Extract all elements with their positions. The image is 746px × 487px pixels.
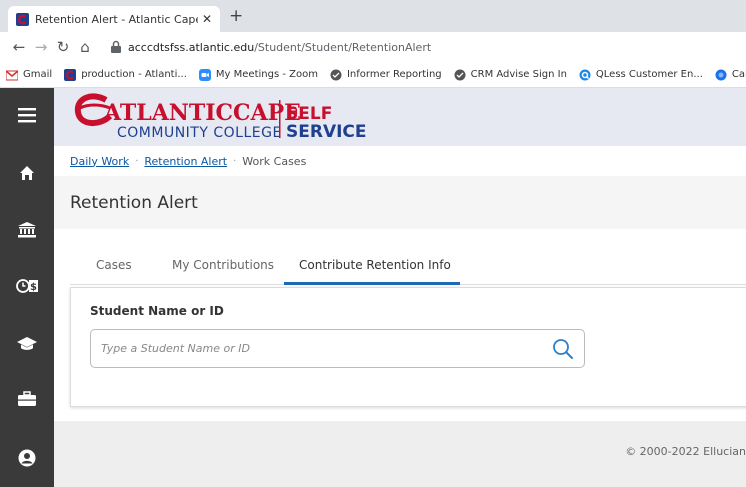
tab-my-contributions[interactable]: My Contributions bbox=[172, 258, 274, 272]
url-path: /Student/Student/RetentionAlert bbox=[254, 40, 432, 54]
globe-icon bbox=[454, 69, 466, 80]
active-tab-indicator bbox=[284, 282, 460, 285]
breadcrumb: Daily Work · Retention Alert · Work Case… bbox=[54, 146, 746, 176]
svg-text:$: $ bbox=[30, 282, 37, 293]
bookmark-gmail[interactable]: Gmail bbox=[6, 69, 52, 81]
menu-icon[interactable] bbox=[0, 100, 54, 130]
breadcrumb-retention-alert[interactable]: Retention Alert bbox=[144, 155, 227, 168]
logo-name-line2: COMMUNITY COLLEGE bbox=[117, 125, 282, 141]
bookmark-label: Informer Reporting bbox=[346, 69, 442, 80]
calendar-icon bbox=[715, 69, 727, 80]
logo-self: SELF bbox=[286, 104, 332, 124]
bookmark-label: My Meetings - Zoom bbox=[215, 69, 318, 80]
bookmark-label: Gmail bbox=[23, 69, 53, 80]
browser-toolbar: ← → ↻ ⌂ acccdtsfss.atlantic.edu/Student/… bbox=[0, 32, 746, 62]
app-header: ATLANTICCAPE COMMUNITY COLLEGE SELF SERV… bbox=[54, 88, 746, 146]
new-tab-button[interactable]: + bbox=[229, 6, 243, 26]
bookmark-label: production - Atlanti... bbox=[81, 69, 187, 80]
browser-tab-title: Retention Alert - Atlantic Cape S bbox=[35, 12, 198, 26]
close-tab-icon[interactable]: ✕ bbox=[202, 12, 212, 26]
bookmark-cal[interactable]: Cal bbox=[715, 69, 746, 81]
zoom-icon bbox=[198, 68, 211, 81]
bookmarks-bar: Gmail production - Atlanti... My Meeting… bbox=[0, 62, 746, 88]
student-search-box[interactable] bbox=[90, 329, 585, 368]
globe-icon bbox=[330, 69, 342, 80]
student-search-input[interactable] bbox=[101, 342, 552, 355]
back-arrow-icon[interactable]: ← bbox=[8, 38, 30, 56]
breadcrumb-daily-work[interactable]: Daily Work bbox=[70, 155, 129, 168]
atlantic-cape-logo[interactable]: ATLANTICCAPE COMMUNITY COLLEGE SELF SERV… bbox=[74, 92, 374, 144]
atlantic-cape-icon bbox=[64, 68, 77, 81]
bookmark-crm-advise[interactable]: CRM Advise Sign In bbox=[454, 69, 567, 81]
forward-arrow-icon[interactable]: → bbox=[30, 38, 52, 56]
tab-contribute-retention-info[interactable]: Contribute Retention Info bbox=[299, 258, 451, 272]
graduation-cap-icon[interactable] bbox=[0, 329, 54, 359]
logo-service: SERVICE bbox=[286, 122, 367, 142]
url-host: acccdtsfss.atlantic.edu bbox=[128, 40, 255, 54]
tab-strip: Cases My Contributions Contribute Retent… bbox=[54, 248, 746, 286]
logo-name-line1: ATLANTICCAPE bbox=[103, 100, 301, 126]
briefcase-icon[interactable] bbox=[0, 384, 54, 414]
bookmark-label: CRM Advise Sign In bbox=[470, 69, 567, 80]
lock-icon[interactable] bbox=[110, 40, 122, 54]
breadcrumb-separator: · bbox=[233, 155, 237, 167]
bookmark-informer[interactable]: Informer Reporting bbox=[330, 69, 442, 81]
home-icon[interactable] bbox=[0, 158, 54, 188]
tab-cases[interactable]: Cases bbox=[96, 258, 132, 272]
bookmark-label: QLess Customer En... bbox=[595, 69, 703, 80]
left-sidebar: $ bbox=[0, 88, 54, 487]
home-icon[interactable]: ⌂ bbox=[74, 38, 96, 56]
bank-icon[interactable] bbox=[0, 215, 54, 245]
bookmark-label: Cal bbox=[731, 69, 746, 80]
browser-tab[interactable]: Retention Alert - Atlantic Cape S ✕ bbox=[8, 6, 220, 32]
qless-icon bbox=[579, 69, 591, 80]
gmail-icon bbox=[6, 69, 18, 80]
page-title-bar: Retention Alert bbox=[54, 176, 746, 229]
bookmark-qless[interactable]: QLess Customer En... bbox=[579, 69, 703, 81]
breadcrumb-separator: · bbox=[135, 155, 139, 167]
time-money-icon[interactable]: $ bbox=[0, 271, 54, 301]
page-title: Retention Alert bbox=[70, 192, 198, 213]
student-search-label: Student Name or ID bbox=[90, 304, 224, 318]
user-icon[interactable] bbox=[0, 443, 54, 473]
breadcrumb-current: Work Cases bbox=[242, 154, 307, 168]
page-footer: © 2000-2022 Ellucian bbox=[54, 421, 746, 487]
copyright-text: © 2000-2022 Ellucian bbox=[625, 445, 746, 458]
bookmark-production[interactable]: production - Atlanti... bbox=[64, 68, 187, 81]
bookmark-zoom[interactable]: My Meetings - Zoom bbox=[198, 68, 318, 81]
reload-icon[interactable]: ↻ bbox=[52, 38, 74, 56]
search-icon[interactable] bbox=[552, 338, 574, 360]
browser-tab-bar: Retention Alert - Atlantic Cape S ✕ + bbox=[0, 0, 746, 32]
student-search-card: Student Name or ID bbox=[70, 287, 746, 407]
address-bar[interactable]: acccdtsfss.atlantic.edu/Student/Student/… bbox=[128, 41, 431, 54]
atlantic-cape-favicon-icon bbox=[16, 12, 29, 26]
